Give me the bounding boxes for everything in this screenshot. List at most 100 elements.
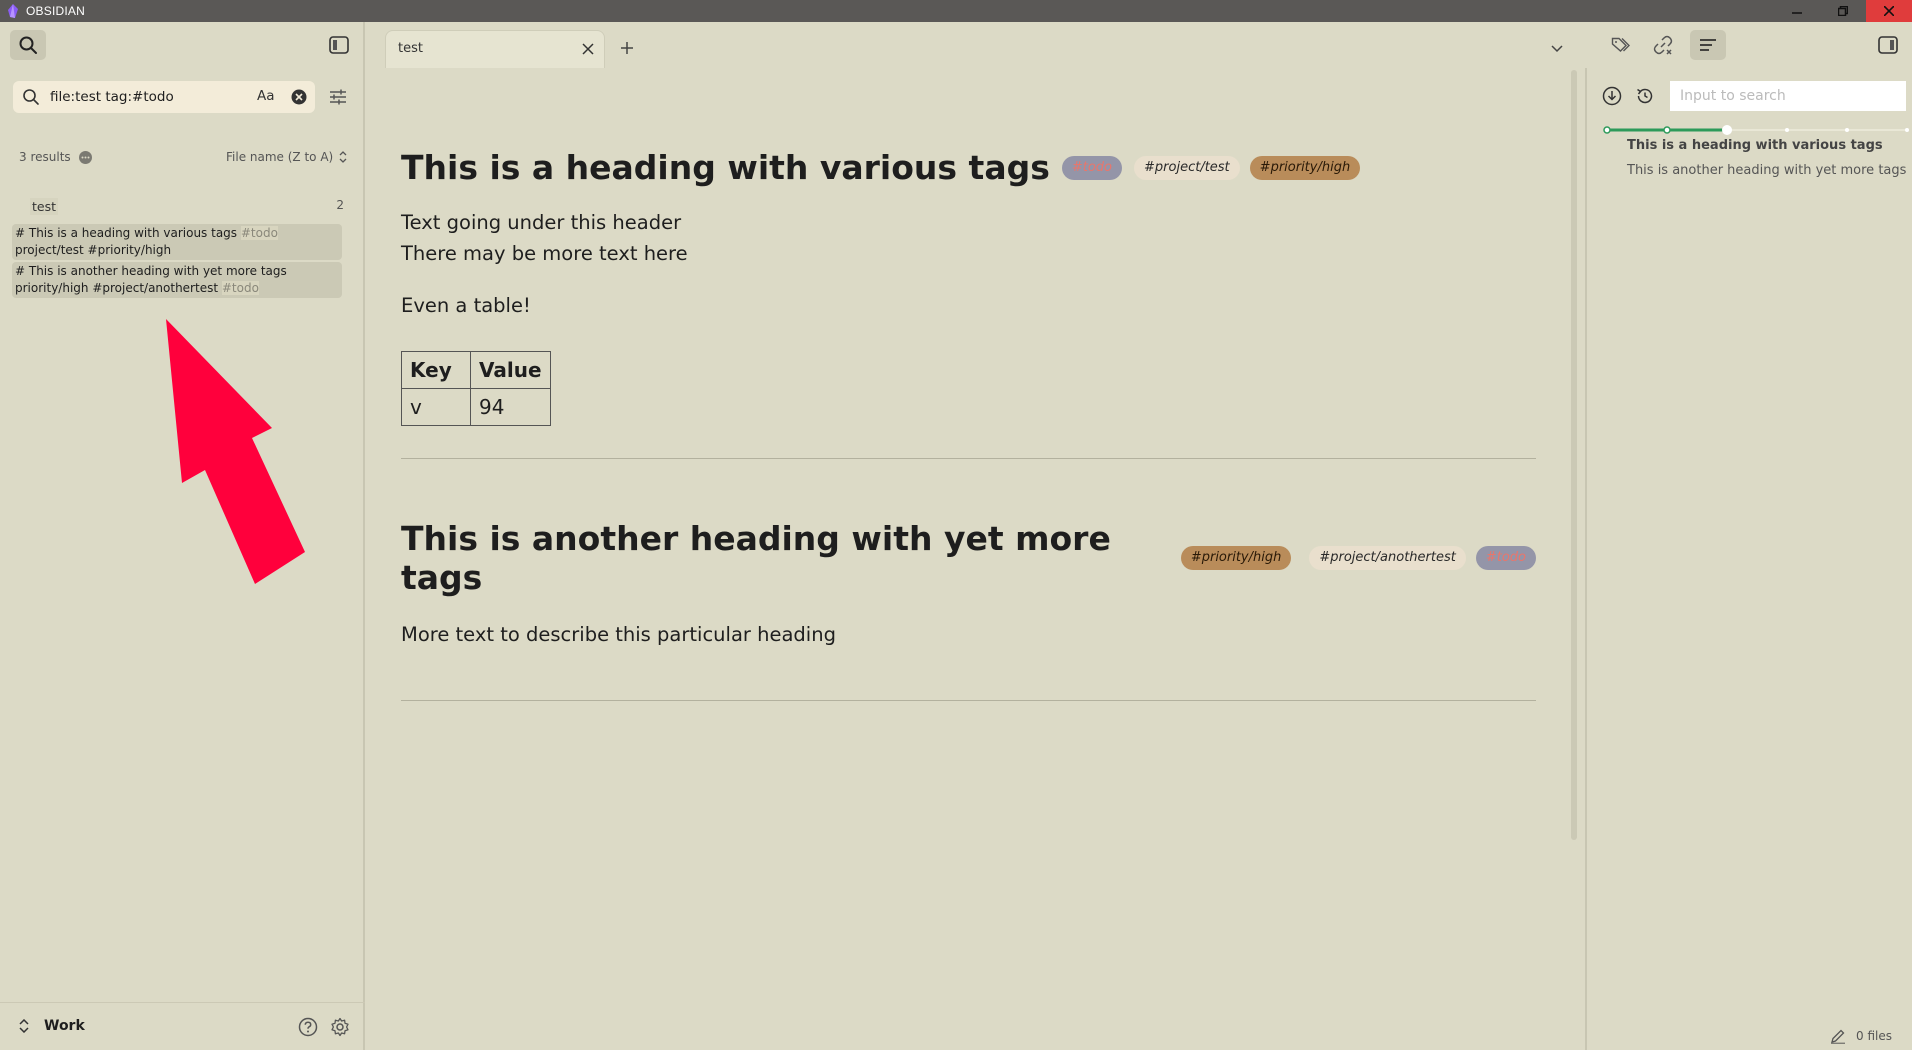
heading-1: This is another heading with yet more ta… — [401, 519, 1536, 597]
settings-button[interactable] — [328, 1015, 352, 1039]
match-tag: #todo — [221, 281, 259, 295]
search-icon — [19, 36, 37, 54]
match-text: # This is another heading with yet more … — [15, 264, 287, 278]
more-icon[interactable] — [78, 150, 92, 164]
collapse-right-sidebar-button[interactable] — [1873, 31, 1903, 59]
paragraph-line: There may be more text here — [401, 242, 688, 265]
outgoing-links-button[interactable] — [1648, 30, 1678, 60]
minimize-button[interactable] — [1774, 0, 1820, 22]
outline-item[interactable]: This is a heading with various tags — [1627, 138, 1883, 153]
left-sidebar: Aa 3 results File name (Z to A) test 2 #… — [0, 22, 365, 1050]
heading-text: This is a heading with various tags — [401, 148, 1050, 187]
minimize-icon — [1792, 12, 1802, 14]
obsidian-logo-icon — [8, 4, 18, 18]
close-window-button[interactable] — [1866, 0, 1912, 22]
annotation-arrow — [166, 319, 305, 584]
outline-search-input[interactable] — [1670, 81, 1906, 111]
document-view: This is a heading with various tags #tod… — [401, 148, 1536, 701]
match-tag: #todo — [240, 226, 278, 240]
history-button[interactable] — [1633, 84, 1657, 108]
search-tab-button[interactable] — [10, 30, 46, 60]
tag-todo[interactable]: #todo — [1475, 546, 1536, 570]
right-sidebar-header — [1585, 22, 1912, 68]
left-sidebar-footer: Work — [0, 1002, 365, 1050]
title-bar: OBSIDIAN — [0, 0, 1912, 22]
export-outline-button[interactable] — [1600, 84, 1624, 108]
help-button[interactable] — [296, 1015, 320, 1039]
results-count-label: 3 results — [19, 150, 71, 164]
editor-scrollbar[interactable] — [1571, 70, 1577, 840]
pencil-icon[interactable] — [1830, 1028, 1846, 1044]
download-icon — [1602, 86, 1622, 106]
tag-priority-high[interactable]: #priority/high — [1180, 546, 1292, 570]
tags-view-button[interactable] — [1606, 30, 1636, 60]
sort-icon — [339, 151, 347, 163]
match-text: # This is a heading with various tags — [15, 226, 241, 240]
tab-test[interactable]: test — [385, 30, 605, 68]
sort-order-label: File name (Z to A) — [226, 150, 334, 164]
horizontal-rule — [401, 700, 1536, 701]
status-files: 0 files — [1856, 1029, 1892, 1043]
heading-text: This is another heading with yet more ta… — [401, 519, 1111, 597]
tab-bar: test — [365, 22, 1585, 68]
links-icon — [1653, 35, 1673, 55]
outline-view-button[interactable] — [1690, 30, 1726, 60]
tab-list-dropdown-button[interactable] — [1543, 34, 1571, 62]
filter-icon — [330, 89, 346, 105]
horizontal-rule — [401, 458, 1536, 459]
outline-item[interactable]: This is another heading with yet more ta… — [1627, 163, 1906, 178]
tag-priority-high[interactable]: #priority/high — [1249, 155, 1361, 180]
paragraph: More text to describe this particular he… — [401, 623, 836, 646]
collapse-left-sidebar-button[interactable] — [324, 31, 354, 59]
table-header-cell: Value — [470, 351, 551, 389]
restore-button[interactable] — [1820, 0, 1866, 22]
right-sidebar: This is a heading with various tags This… — [1585, 68, 1912, 1050]
chevron-down-icon — [1551, 45, 1563, 53]
sort-order-dropdown[interactable]: File name (Z to A) — [226, 150, 347, 164]
status-bar: 0 files — [1830, 1028, 1892, 1044]
clear-icon[interactable] — [290, 88, 308, 106]
vault-switch-icon — [19, 1019, 29, 1033]
search-icon — [23, 89, 39, 105]
editor-pane: This is a heading with various tags #tod… — [365, 68, 1585, 1050]
gear-icon — [331, 1017, 349, 1037]
search-result-file[interactable]: test 2 — [12, 194, 350, 222]
tag-project-test[interactable]: #project/test — [1134, 155, 1240, 180]
search-match-list: # This is a heading with various tags #t… — [12, 224, 350, 300]
search-input[interactable] — [50, 89, 240, 105]
left-sidebar-header — [0, 22, 365, 68]
match-text: project/test #priority/high — [15, 243, 172, 257]
outline-icon — [1700, 39, 1716, 51]
heading-level-slider[interactable] — [1603, 125, 1911, 135]
restore-icon — [1838, 6, 1848, 16]
tab-label: test — [398, 41, 423, 56]
search-field: Aa — [13, 81, 315, 113]
heading-1: This is a heading with various tags #tod… — [401, 148, 1536, 187]
match-case-toggle[interactable]: Aa — [257, 88, 275, 104]
tag-todo[interactable]: #todo — [1061, 155, 1123, 180]
result-match-count: 2 — [336, 198, 344, 212]
data-table: Key Value v 94 — [401, 351, 551, 426]
results-count: 3 results — [19, 150, 92, 164]
tags-icon — [1611, 37, 1630, 52]
tag-project-anothertest[interactable]: #project/anothertest — [1309, 546, 1466, 570]
paragraph: Even a table! — [401, 294, 531, 317]
close-icon[interactable] — [580, 41, 596, 57]
paragraph: Text going under this header There may b… — [401, 207, 1536, 269]
search-match-item[interactable]: # This is a heading with various tags #t… — [12, 224, 342, 260]
table-header-cell: Key — [401, 351, 471, 389]
paragraph-line: Text going under this header — [401, 211, 682, 234]
vault-switcher[interactable]: Work — [18, 1018, 85, 1034]
new-tab-button[interactable] — [613, 34, 641, 62]
sidebar-toggle-icon — [329, 36, 349, 54]
vault-name: Work — [44, 1018, 85, 1034]
match-text: priority/high #project/anothertest — [15, 281, 222, 295]
table-row: v 94 — [401, 388, 551, 426]
search-settings-button[interactable] — [323, 82, 353, 112]
app-title: OBSIDIAN — [26, 4, 85, 18]
close-icon — [1884, 6, 1894, 16]
table-cell: v — [401, 388, 471, 426]
search-match-item[interactable]: # This is another heading with yet more … — [12, 262, 342, 298]
table-cell: 94 — [470, 388, 551, 426]
sidebar-toggle-icon — [1878, 36, 1898, 54]
